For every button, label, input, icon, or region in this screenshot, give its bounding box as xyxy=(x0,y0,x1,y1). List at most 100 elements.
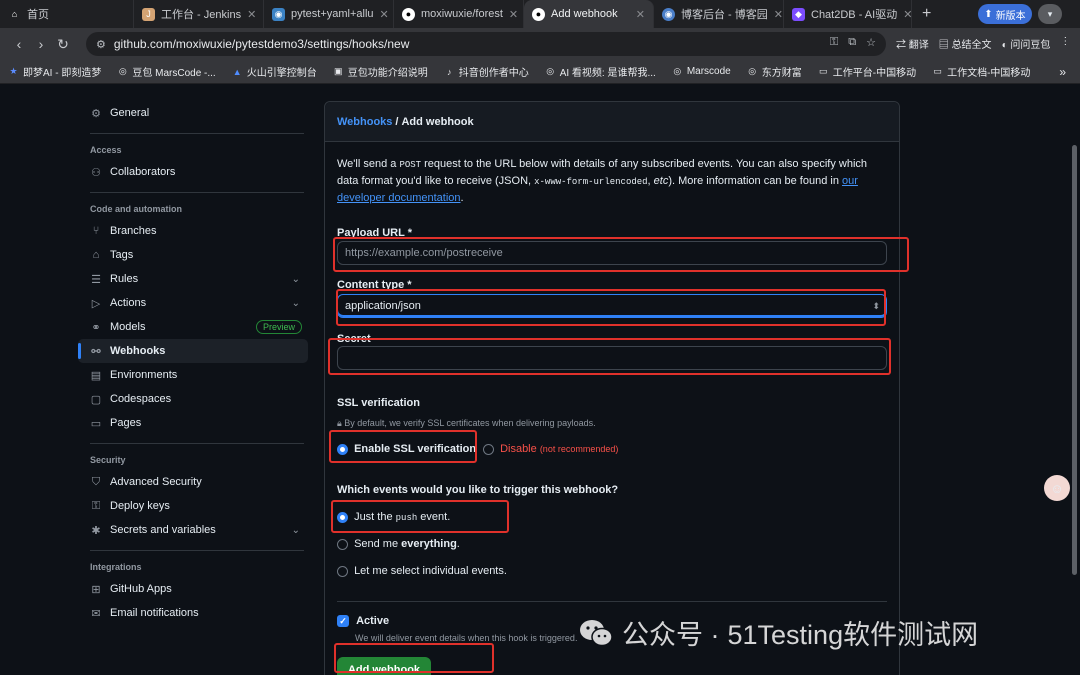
breadcrumb-webhooks-link[interactable]: Webhooks xyxy=(337,116,392,128)
event-individual-label: Let me select individual events. xyxy=(354,565,507,577)
sidebar-item-codespaces[interactable]: ▢ Codespaces xyxy=(78,387,308,411)
bookmark-item[interactable]: ▣ 豆包功能介绍说明 xyxy=(325,64,436,79)
bookmark-item[interactable]: ◎ 豆包 MarsCode -... xyxy=(109,64,223,79)
summarize-label: 总结全文 xyxy=(951,40,992,51)
active-option[interactable]: ✓ Active xyxy=(337,615,389,628)
new-tab-button[interactable]: + xyxy=(912,5,941,23)
tab-blog[interactable]: ◉ 博客后台 - 博客园 ✕ xyxy=(654,0,784,28)
sidebar-item-webhooks[interactable]: ⚯ Webhooks xyxy=(78,339,308,363)
intro-etc: etc xyxy=(653,175,669,187)
tab-jenkins[interactable]: J 工作台 - Jenkins ✕ xyxy=(134,0,264,28)
event-everything-radio[interactable] xyxy=(337,538,348,550)
breadcrumb: Webhooks / Add webhook xyxy=(325,102,899,142)
github-icon: ● xyxy=(402,7,415,21)
active-hint: We will deliver event details when this … xyxy=(355,633,578,643)
sidebar-item-pages[interactable]: ▭ Pages xyxy=(78,411,308,435)
webhook-icon: ⚯ xyxy=(91,345,101,358)
bookmark-item[interactable]: ▲ 火山引擎控制台 xyxy=(224,64,325,80)
sidebar-item-models[interactable]: ⚭ Models Preview xyxy=(78,315,308,339)
bookmark-item[interactable]: ♪ 抖音创作者中心 xyxy=(436,64,537,80)
active-checkbox[interactable]: ✓ xyxy=(337,615,349,628)
summarize-button[interactable]: ▤ 总结全文 xyxy=(939,36,992,51)
close-icon[interactable]: ✕ xyxy=(774,8,783,21)
bookmark-label: 即梦AI - 即刻造梦 xyxy=(23,68,102,79)
event-push-radio[interactable] xyxy=(337,511,348,523)
key-icon[interactable]: ⚿ xyxy=(830,36,838,49)
ssl-enable-radio[interactable] xyxy=(337,443,348,455)
sidebar-item-tags[interactable]: ⌂ Tags xyxy=(78,243,308,267)
ssl-disable-option[interactable]: Disable (not recommended) xyxy=(483,443,618,455)
tab-forest[interactable]: ● moxiwuxie/forest ✕ xyxy=(394,0,524,28)
payload-url-input[interactable]: https://example.com/postreceive xyxy=(337,241,887,265)
add-webhook-button[interactable]: Add webhook xyxy=(337,657,431,675)
sidebar-item-github-apps[interactable]: ⊞ GitHub Apps xyxy=(78,577,308,601)
assistant-avatar-icon[interactable]: ☺ xyxy=(1044,475,1070,501)
sidebar-item-branches[interactable]: ⑂ Branches xyxy=(78,219,308,243)
close-icon[interactable]: ✕ xyxy=(636,8,645,21)
close-icon[interactable]: ✕ xyxy=(247,8,256,21)
branch-icon: ⑂ xyxy=(92,225,100,237)
tab-label: 工作台 - Jenkins xyxy=(161,9,242,21)
bookmark-folder[interactable]: ▭ 工作平台-中国移动 xyxy=(810,64,924,79)
tab-add-webhook[interactable]: ● Add webhook ✕ xyxy=(524,0,654,28)
event-push-option[interactable]: Just the push event. xyxy=(337,511,450,523)
bookmark-item[interactable]: ◎ 东方财富 xyxy=(739,64,810,79)
close-icon[interactable]: ✕ xyxy=(903,8,911,21)
install-icon[interactable]: ⧉ xyxy=(848,36,856,49)
bookmarks-overflow-icon[interactable]: » xyxy=(1059,65,1066,79)
close-icon[interactable]: ✕ xyxy=(380,8,389,21)
bookmark-item[interactable]: ★ 即梦AI - 即刻造梦 xyxy=(0,64,109,79)
tab-chat2db[interactable]: ◆ Chat2DB - AI驱动 ✕ xyxy=(784,0,912,28)
tab-label: Chat2DB - AI驱动 xyxy=(811,9,898,21)
select-arrows-icon: ⬍ xyxy=(872,300,880,311)
divider xyxy=(90,550,304,551)
events-heading: Which events would you like to trigger t… xyxy=(337,484,619,496)
ssl-disable-radio[interactable] xyxy=(483,443,494,455)
tab-pytest[interactable]: ◉ pytest+yaml+allu ✕ xyxy=(264,0,394,28)
sidebar-item-actions[interactable]: ▷ Actions ⌄ xyxy=(78,291,308,315)
intro-text: We'll send a POST request to the URL bel… xyxy=(337,156,889,206)
new-version-button[interactable]: ⬆ 新版本 xyxy=(978,4,1032,24)
chevron-down-icon[interactable]: ⌄ xyxy=(292,525,300,536)
event-individual-option[interactable]: Let me select individual events. xyxy=(337,565,507,577)
bookmark-star-icon[interactable]: ☆ xyxy=(866,36,876,49)
tab-home[interactable]: ⌂ 首页 xyxy=(0,0,134,28)
sidebar-item-general[interactable]: ⚙ General xyxy=(78,101,308,125)
sidebar-item-rules[interactable]: ☰ Rules ⌄ xyxy=(78,267,308,291)
new-version-label: 新版本 xyxy=(995,10,1026,22)
sidebar-item-secrets-variables[interactable]: ✱ Secrets and variables ⌄ xyxy=(78,518,308,542)
bookmark-item[interactable]: ◎ Marscode xyxy=(664,66,739,77)
secret-input[interactable] xyxy=(337,346,887,370)
page-scrollbar[interactable] xyxy=(1072,145,1077,575)
reload-icon[interactable]: ↻ xyxy=(52,36,74,53)
event-push-label-end: event. xyxy=(417,511,451,523)
close-icon[interactable]: ✕ xyxy=(509,8,518,21)
sidebar-item-advanced-security[interactable]: ⛉ Advanced Security xyxy=(78,470,308,494)
sidebar-item-collaborators[interactable]: ⚇ Collaborators xyxy=(78,160,308,184)
sidebar-item-environments[interactable]: ▤ Environments xyxy=(78,363,308,387)
ssl-disable-label: Disable xyxy=(500,443,537,455)
url-bar[interactable]: ⚙ github.com/moxiwuxie/pytestdemo3/setti… xyxy=(86,32,886,56)
bookmark-item[interactable]: ◎ AI 看视频: 是谁帮我... xyxy=(537,64,664,79)
sidebar-item-email-notifications[interactable]: ✉ Email notifications xyxy=(78,601,308,625)
more-menu-icon[interactable]: ⋮ xyxy=(1060,36,1070,51)
event-everything-option[interactable]: Send me everything. xyxy=(337,538,460,550)
form-body: We'll send a POST request to the URL bel… xyxy=(325,142,899,220)
content-type-select[interactable]: application/json ⬍ xyxy=(337,294,887,318)
event-individual-radio[interactable] xyxy=(337,565,348,577)
ssl-heading: SSL verification xyxy=(337,397,420,409)
ssl-enable-option[interactable]: Enable SSL verification xyxy=(337,443,476,455)
page-content: ⚙ General Access ⚇ Collaborators Code an… xyxy=(0,85,1080,675)
site-info-icon[interactable]: ⚙ xyxy=(96,38,106,51)
profile-avatar[interactable]: ▾ xyxy=(1038,4,1062,24)
divider xyxy=(90,443,304,444)
forward-icon[interactable]: › xyxy=(30,36,52,52)
sidebar-item-deploy-keys[interactable]: ⚿ Deploy keys xyxy=(78,494,308,518)
back-icon[interactable]: ‹ xyxy=(8,36,30,52)
chevron-down-icon[interactable]: ⌄ xyxy=(292,274,300,285)
ask-doubao-button[interactable]: ◐ 问问豆包 xyxy=(1002,36,1051,51)
translate-button[interactable]: ⇄ 翻译 xyxy=(896,36,929,51)
bookmark-folder[interactable]: ▭ 工作文档-中国移动 xyxy=(924,64,1038,79)
chevron-down-icon[interactable]: ⌄ xyxy=(292,298,300,309)
sidebar-item-label: Actions xyxy=(110,297,147,309)
